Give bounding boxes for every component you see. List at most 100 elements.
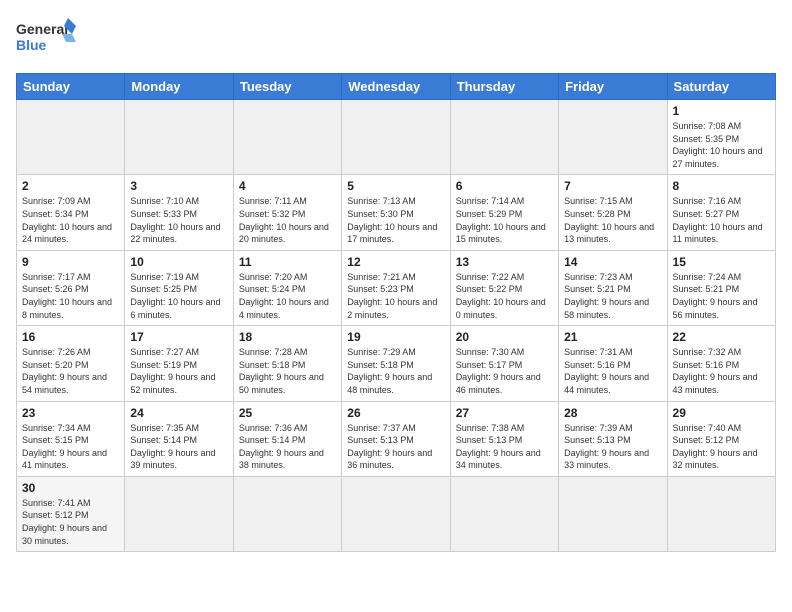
day-number: 9 [22,255,119,269]
calendar-week-row: 23 Sunrise: 7:34 AM Sunset: 5:15 PM Dayli… [17,401,776,476]
calendar-cell: 1Sunrise: 7:08 AM Sunset: 5:35 PM Daylig… [667,100,775,175]
calendar-cell: 22 Sunrise: 7:32 AM Sunset: 5:16 PM Dayli… [667,326,775,401]
calendar-cell: 23 Sunrise: 7:34 AM Sunset: 5:15 PM Dayli… [17,401,125,476]
logo-svg: General Blue [16,16,76,61]
day-info: Sunrise: 7:27 AM Sunset: 5:19 PM Dayligh… [130,346,227,396]
calendar-cell [450,476,558,551]
day-number: 21 [564,330,661,344]
calendar-cell: 20 Sunrise: 7:30 AM Sunset: 5:17 PM Dayli… [450,326,558,401]
calendar-week-row: 30Sunrise: 7:41 AM Sunset: 5:12 PM Dayli… [17,476,776,551]
calendar-cell: 18 Sunrise: 7:28 AM Sunset: 5:18 PM Dayli… [233,326,341,401]
calendar-week-row: 1Sunrise: 7:08 AM Sunset: 5:35 PM Daylig… [17,100,776,175]
day-number: 27 [456,406,553,420]
day-info: Sunrise: 7:14 AM Sunset: 5:29 PM Dayligh… [456,195,553,245]
day-number: 14 [564,255,661,269]
weekday-header: Wednesday [342,74,450,100]
day-info: Sunrise: 7:19 AM Sunset: 5:25 PM Dayligh… [130,271,227,321]
calendar-cell: 15Sunrise: 7:24 AM Sunset: 5:21 PM Dayli… [667,250,775,325]
day-info: Sunrise: 7:32 AM Sunset: 5:16 PM Dayligh… [673,346,770,396]
day-info: Sunrise: 7:30 AM Sunset: 5:17 PM Dayligh… [456,346,553,396]
day-number: 4 [239,179,336,193]
day-info: Sunrise: 7:17 AM Sunset: 5:26 PM Dayligh… [22,271,119,321]
calendar-cell: 25Sunrise: 7:36 AM Sunset: 5:14 PM Dayli… [233,401,341,476]
day-number: 28 [564,406,661,420]
day-info: Sunrise: 7:10 AM Sunset: 5:33 PM Dayligh… [130,195,227,245]
day-number: 16 [22,330,119,344]
day-number: 1 [673,104,770,118]
day-number: 18 [239,330,336,344]
calendar-cell: 4 Sunrise: 7:11 AM Sunset: 5:32 PM Daylig… [233,175,341,250]
day-info: Sunrise: 7:29 AM Sunset: 5:18 PM Dayligh… [347,346,444,396]
calendar-cell: 24 Sunrise: 7:35 AM Sunset: 5:14 PM Dayli… [125,401,233,476]
day-number: 20 [456,330,553,344]
calendar-cell: 17 Sunrise: 7:27 AM Sunset: 5:19 PM Dayli… [125,326,233,401]
calendar-cell [233,476,341,551]
calendar-cell: 21 Sunrise: 7:31 AM Sunset: 5:16 PM Dayli… [559,326,667,401]
day-info: Sunrise: 7:35 AM Sunset: 5:14 PM Dayligh… [130,422,227,472]
weekday-header: Monday [125,74,233,100]
calendar-cell [125,476,233,551]
calendar-header-row: SundayMondayTuesdayWednesdayThursdayFrid… [17,74,776,100]
day-number: 15 [673,255,770,269]
calendar-cell [559,476,667,551]
calendar-cell [125,100,233,175]
svg-text:Blue: Blue [16,37,47,53]
calendar-cell: 5 Sunrise: 7:13 AM Sunset: 5:30 PM Daylig… [342,175,450,250]
calendar-cell: 10 Sunrise: 7:19 AM Sunset: 5:25 PM Dayli… [125,250,233,325]
calendar-cell: 13Sunrise: 7:22 AM Sunset: 5:22 PM Dayli… [450,250,558,325]
day-number: 2 [22,179,119,193]
day-number: 23 [22,406,119,420]
day-info: Sunrise: 7:20 AM Sunset: 5:24 PM Dayligh… [239,271,336,321]
day-info: Sunrise: 7:39 AM Sunset: 5:13 PM Dayligh… [564,422,661,472]
calendar-cell [559,100,667,175]
day-number: 26 [347,406,444,420]
day-info: Sunrise: 7:11 AM Sunset: 5:32 PM Dayligh… [239,195,336,245]
day-number: 10 [130,255,227,269]
day-info: Sunrise: 7:34 AM Sunset: 5:15 PM Dayligh… [22,422,119,472]
weekday-header: Sunday [17,74,125,100]
calendar-week-row: 16 Sunrise: 7:26 AM Sunset: 5:20 PM Dayli… [17,326,776,401]
day-info: Sunrise: 7:41 AM Sunset: 5:12 PM Dayligh… [22,497,119,547]
calendar-cell: 9 Sunrise: 7:17 AM Sunset: 5:26 PM Daylig… [17,250,125,325]
day-info: Sunrise: 7:13 AM Sunset: 5:30 PM Dayligh… [347,195,444,245]
day-number: 12 [347,255,444,269]
day-info: Sunrise: 7:28 AM Sunset: 5:18 PM Dayligh… [239,346,336,396]
day-info: Sunrise: 7:37 AM Sunset: 5:13 PM Dayligh… [347,422,444,472]
calendar-cell: 30Sunrise: 7:41 AM Sunset: 5:12 PM Dayli… [17,476,125,551]
day-number: 22 [673,330,770,344]
day-info: Sunrise: 7:22 AM Sunset: 5:22 PM Dayligh… [456,271,553,321]
calendar-cell: 19 Sunrise: 7:29 AM Sunset: 5:18 PM Dayli… [342,326,450,401]
weekday-header: Friday [559,74,667,100]
calendar-cell: 11 Sunrise: 7:20 AM Sunset: 5:24 PM Dayli… [233,250,341,325]
calendar-week-row: 2Sunrise: 7:09 AM Sunset: 5:34 PM Daylig… [17,175,776,250]
day-info: Sunrise: 7:26 AM Sunset: 5:20 PM Dayligh… [22,346,119,396]
weekday-header: Tuesday [233,74,341,100]
day-number: 17 [130,330,227,344]
day-info: Sunrise: 7:31 AM Sunset: 5:16 PM Dayligh… [564,346,661,396]
svg-text:General: General [16,21,68,37]
day-number: 11 [239,255,336,269]
calendar-cell [17,100,125,175]
day-number: 29 [673,406,770,420]
day-number: 19 [347,330,444,344]
calendar-cell [233,100,341,175]
calendar-cell [450,100,558,175]
calendar-cell: 29Sunrise: 7:40 AM Sunset: 5:12 PM Dayli… [667,401,775,476]
day-number: 8 [673,179,770,193]
calendar-cell: 28 Sunrise: 7:39 AM Sunset: 5:13 PM Dayli… [559,401,667,476]
day-info: Sunrise: 7:21 AM Sunset: 5:23 PM Dayligh… [347,271,444,321]
day-number: 24 [130,406,227,420]
calendar-cell: 16 Sunrise: 7:26 AM Sunset: 5:20 PM Dayli… [17,326,125,401]
day-number: 6 [456,179,553,193]
calendar-week-row: 9 Sunrise: 7:17 AM Sunset: 5:26 PM Daylig… [17,250,776,325]
day-number: 5 [347,179,444,193]
calendar-cell: 2Sunrise: 7:09 AM Sunset: 5:34 PM Daylig… [17,175,125,250]
day-number: 3 [130,179,227,193]
calendar-cell: 27Sunrise: 7:38 AM Sunset: 5:13 PM Dayli… [450,401,558,476]
weekday-header: Saturday [667,74,775,100]
day-number: 25 [239,406,336,420]
calendar-cell [342,100,450,175]
calendar-cell: 6 Sunrise: 7:14 AM Sunset: 5:29 PM Daylig… [450,175,558,250]
calendar-cell: 3 Sunrise: 7:10 AM Sunset: 5:33 PM Daylig… [125,175,233,250]
calendar-cell: 7Sunrise: 7:15 AM Sunset: 5:28 PM Daylig… [559,175,667,250]
